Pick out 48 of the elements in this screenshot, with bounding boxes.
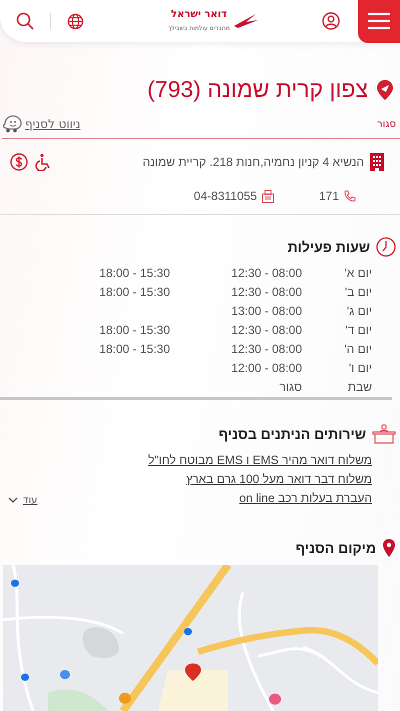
dollar-icon	[10, 153, 28, 171]
building-icon	[370, 153, 384, 171]
hours-text: 08:00 - 12:30	[230, 341, 302, 357]
phone-icon	[344, 190, 356, 202]
phone-number: 171	[318, 189, 339, 203]
day-label: יום ו'	[348, 360, 372, 376]
location-pin-icon	[382, 538, 396, 558]
globe-icon[interactable]	[67, 12, 84, 30]
clock-icon	[376, 237, 396, 257]
smiley-car-icon	[2, 115, 22, 133]
day-label: יום ב'	[344, 284, 372, 300]
hours-text: 08:00 - 13:00	[230, 303, 302, 319]
day-label: שבת	[346, 379, 372, 395]
day-label: יום ד'	[344, 322, 372, 338]
day-label: יום ה'	[343, 341, 372, 357]
hours-text: 15:30 - 18:00	[98, 265, 170, 281]
fax-number: 04-8311055	[194, 189, 257, 203]
hours-text: 08:00 - 12:00	[230, 360, 302, 376]
chevron-down-icon	[8, 497, 18, 504]
wheelchair-icon	[34, 153, 52, 171]
navigate-link[interactable]: ניווט לסניף	[25, 117, 80, 131]
service-link[interactable]: העברת בעלות רכב on line	[148, 490, 372, 506]
day-label: יום א'	[343, 265, 372, 281]
logo-text: דואר ישראל	[171, 9, 227, 21]
menu-button[interactable]	[358, 0, 400, 42]
service-link[interactable]: משלוח דבר דואר מעל 100 גרם בארץ	[148, 471, 372, 487]
day-label: יום ג'	[346, 303, 372, 319]
hours-text: סגור	[278, 379, 302, 395]
section-heading: שירותים הניתנים בסניף	[218, 426, 366, 442]
more-button[interactable]: עוד	[8, 495, 38, 506]
hours-text: 15:30 - 18:00	[98, 284, 170, 300]
user-icon[interactable]	[322, 12, 340, 30]
branch-status: סגור	[376, 118, 396, 130]
service-counter-icon	[372, 424, 396, 444]
service-link[interactable]: משלוח דואר מהיר EMS ו EMS מבוטח לחו"ל	[148, 452, 372, 468]
hours-text: 15:30 - 18:00	[98, 341, 170, 357]
hours-text: 15:30 - 18:00	[98, 322, 170, 338]
section-heading: שעות פעילות	[288, 239, 370, 255]
branch-address: הנשיא 4 קניון נחמיה,חנות 218. קריית שמונה	[142, 155, 364, 169]
branch-title: צפון קרית שמונה (793)	[147, 76, 368, 103]
hours-text: 08:00 - 12:30	[230, 265, 302, 281]
hours-text: 08:00 - 12:30	[230, 284, 302, 300]
fax-icon	[262, 190, 274, 202]
location-pin-icon	[374, 78, 396, 100]
hours-text: 08:00 - 12:30	[230, 322, 302, 338]
menu-icon	[368, 12, 390, 30]
search-icon[interactable]	[16, 12, 34, 30]
section-heading: מיקום הסניף	[296, 540, 376, 556]
